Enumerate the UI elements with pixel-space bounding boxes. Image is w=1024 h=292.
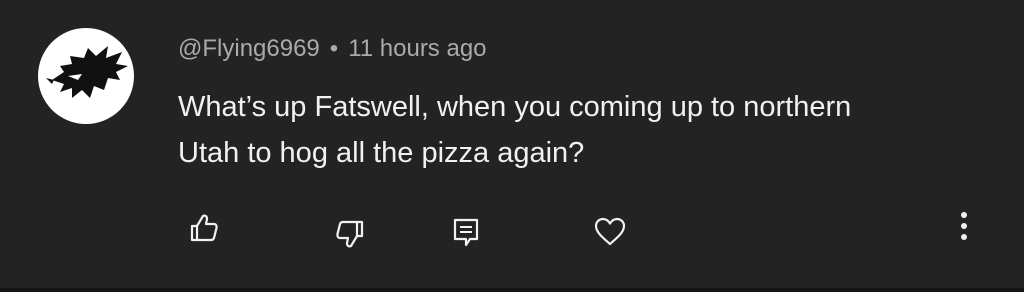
like-button[interactable]	[184, 208, 224, 248]
reply-icon	[453, 218, 479, 247]
avatar[interactable]	[38, 28, 134, 124]
dragon-avatar-icon	[46, 46, 128, 98]
dislike-button[interactable]	[330, 214, 370, 254]
timestamp[interactable]: 11 hours ago	[348, 35, 486, 63]
author-handle[interactable]: @Flying6969	[178, 35, 320, 63]
comment-card: @Flying6969 • 11 hours ago What’s up Fat…	[0, 0, 1024, 292]
thumbs-up-icon	[190, 214, 218, 242]
more-vertical-icon	[961, 212, 967, 240]
more-options-button[interactable]	[944, 206, 984, 246]
comment-text: What’s up Fatswell, when you coming up t…	[178, 84, 998, 176]
reply-button[interactable]	[446, 212, 486, 252]
heart-button[interactable]	[590, 212, 630, 252]
comment-meta: @Flying6969 • 11 hours ago	[178, 34, 487, 64]
comment-text-line: Utah to hog all the pizza again?	[178, 137, 585, 169]
divider	[0, 288, 1024, 292]
comment-text-line: What’s up Fatswell, when you coming up t…	[178, 91, 852, 123]
meta-separator: •	[329, 35, 339, 62]
thumbs-down-icon	[336, 220, 364, 248]
heart-icon	[594, 217, 626, 246]
